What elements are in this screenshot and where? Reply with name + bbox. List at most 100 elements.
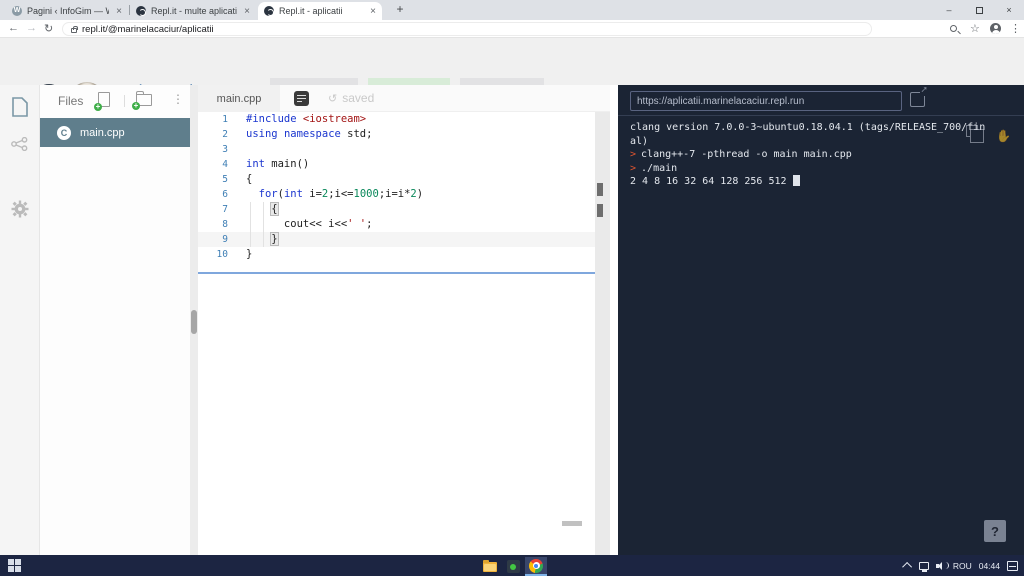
code-line[interactable]: 6 for(int i=2;i<=1000;i=i*2) bbox=[198, 187, 595, 202]
back-button[interactable]: ← bbox=[8, 22, 19, 34]
line-number: 2 bbox=[222, 129, 228, 140]
replit-favicon bbox=[264, 6, 274, 16]
active-line-underline bbox=[198, 272, 595, 274]
line-number: 3 bbox=[222, 144, 228, 155]
tab-title: Repl.it - multe aplicatii in C++ bbox=[151, 6, 238, 16]
cpp-file-icon: C bbox=[57, 125, 71, 140]
code-line[interactable]: 10} bbox=[198, 247, 595, 262]
terminal-line: 2 4 8 16 32 64 128 256 512 bbox=[630, 175, 1015, 189]
history-icon[interactable]: ↺ bbox=[328, 92, 337, 105]
forward-button[interactable]: → bbox=[26, 22, 37, 34]
tab-separator bbox=[129, 5, 130, 15]
tab-close-icon[interactable]: × bbox=[370, 6, 376, 17]
share-nodes-icon[interactable] bbox=[11, 137, 28, 151]
browser-tab[interactable]: Repl.it - multe aplicatii in C++ × bbox=[130, 2, 256, 20]
terminal-prompt: > bbox=[630, 149, 637, 160]
files-menu-button[interactable]: ⋮ bbox=[172, 92, 184, 106]
code-text: } bbox=[270, 232, 279, 246]
address-bar[interactable]: repl.it/@marinelacaciur/aplicatii bbox=[62, 22, 872, 36]
new-tab-button[interactable]: + bbox=[392, 2, 408, 18]
terminal-cursor bbox=[792, 175, 800, 186]
replit-favicon bbox=[136, 6, 146, 16]
profile-icon[interactable] bbox=[990, 23, 1001, 34]
zoom-icon[interactable] bbox=[950, 25, 957, 32]
code-line[interactable]: 1 #include <iostream> bbox=[198, 112, 595, 127]
scrollbar-mark bbox=[597, 204, 603, 217]
editor-tab-main-cpp[interactable]: main.cpp bbox=[198, 85, 280, 112]
terminal-line: al) bbox=[630, 135, 649, 147]
tool-rail bbox=[0, 85, 40, 555]
taskbar: ROU 04:44 bbox=[0, 555, 1024, 576]
line-number: 7 bbox=[222, 204, 228, 215]
code-line[interactable]: 9 } bbox=[198, 232, 595, 247]
line-number: 10 bbox=[216, 249, 228, 260]
save-status: ↺ saved bbox=[328, 91, 374, 105]
code-line[interactable]: 8 cout<< i<<' '; bbox=[198, 217, 595, 232]
wordpress-favicon: W bbox=[12, 6, 22, 16]
browser-tab[interactable]: W Pagini ‹ InfoGim — WordPress.co × bbox=[6, 2, 128, 20]
terminal-line: > ./main bbox=[630, 162, 678, 174]
clock[interactable]: 04:44 bbox=[979, 561, 1000, 571]
open-in-new-tab-icon[interactable] bbox=[910, 85, 928, 107]
chrome-taskbar-icon[interactable] bbox=[525, 557, 547, 576]
code-text: #include <iostream> bbox=[246, 113, 367, 125]
terminal-line: > clang++-7 -pthread -o main main.cpp bbox=[630, 149, 852, 160]
ide-app-icon[interactable] bbox=[502, 557, 524, 576]
volume-icon[interactable] bbox=[935, 561, 949, 570]
file-explorer-icon[interactable] bbox=[479, 557, 501, 576]
close-button[interactable]: × bbox=[994, 0, 1024, 20]
files-tool-icon[interactable] bbox=[11, 97, 29, 117]
console-panel: clang version 7.0.0-3~ubuntu0.18.04.1 (t… bbox=[618, 85, 1024, 555]
tab-close-icon[interactable]: × bbox=[244, 6, 250, 17]
maximize-button[interactable] bbox=[964, 0, 994, 20]
line-number: 6 bbox=[222, 189, 228, 200]
code-line[interactable]: 4 int main() bbox=[198, 157, 595, 172]
notification-icon[interactable] bbox=[1007, 560, 1018, 571]
code-line[interactable]: 7 { bbox=[198, 202, 595, 217]
files-scrollbar[interactable] bbox=[190, 85, 198, 555]
code-text: for(int i=2;i<=1000;i=i*2) bbox=[258, 188, 424, 200]
code-text: int main() bbox=[246, 158, 310, 170]
refresh-button[interactable]: ↻ bbox=[44, 22, 53, 35]
code-area[interactable]: 1 #include <iostream> 2 using namespace std… bbox=[198, 112, 595, 555]
lock-icon bbox=[71, 25, 78, 33]
tab-close-icon[interactable]: × bbox=[116, 6, 122, 17]
code-line[interactable]: 5{ bbox=[198, 172, 595, 187]
browser-menu-icon[interactable]: ⋮ bbox=[1010, 22, 1021, 35]
bookmark-star-icon[interactable]: ☆ bbox=[970, 22, 980, 35]
files-title: Files bbox=[58, 94, 84, 108]
code-line[interactable]: 3 bbox=[198, 142, 595, 157]
start-button[interactable] bbox=[8, 559, 21, 572]
line-number: 1 bbox=[222, 114, 228, 125]
console-url-bar bbox=[618, 85, 1024, 116]
console-help-button[interactable]: ? bbox=[984, 520, 1006, 542]
console-url-input[interactable] bbox=[630, 91, 902, 111]
line-number: 8 bbox=[222, 219, 228, 230]
tray-chevron-icon[interactable] bbox=[901, 561, 912, 572]
code-line[interactable]: 2 using namespace std; bbox=[198, 127, 595, 142]
files-scrollbar-thumb[interactable] bbox=[191, 310, 197, 334]
url-text[interactable]: repl.it/@marinelacaciur/aplicatii bbox=[82, 24, 214, 35]
browser-tab[interactable]: Repl.it - aplicatii × bbox=[258, 2, 382, 20]
file-name: main.cpp bbox=[80, 126, 125, 139]
copy-overlay-icon[interactable] bbox=[966, 125, 984, 143]
file-item-main-cpp[interactable]: C main.cpp bbox=[40, 118, 190, 147]
code-lines: 1 #include <iostream> 2 using namespace std… bbox=[198, 112, 595, 262]
editor-hscrollbar-thumb[interactable] bbox=[562, 521, 582, 526]
divider bbox=[124, 95, 125, 107]
minimize-button[interactable]: – bbox=[934, 0, 964, 20]
settings-gear-icon[interactable] bbox=[11, 200, 29, 218]
editor-tab-bar: main.cpp ↺ saved bbox=[198, 85, 610, 112]
language-label[interactable]: ROU bbox=[953, 561, 972, 571]
add-file-button[interactable]: + bbox=[94, 92, 110, 111]
console-output[interactable]: clang version 7.0.0-3~ubuntu0.18.04.1 (t… bbox=[630, 121, 1015, 189]
code-text: } bbox=[246, 248, 253, 260]
screen: WPagini ‹ InfoGim — WordPress.co×Repl.it… bbox=[0, 0, 1024, 576]
scrollbar-mark bbox=[597, 183, 603, 196]
editor-scrollbar[interactable] bbox=[595, 112, 610, 555]
add-folder-button[interactable]: + bbox=[132, 91, 152, 110]
hand-cursor-icon: ✋ bbox=[996, 129, 1011, 143]
network-icon[interactable] bbox=[918, 561, 929, 572]
format-icon[interactable] bbox=[294, 91, 309, 106]
